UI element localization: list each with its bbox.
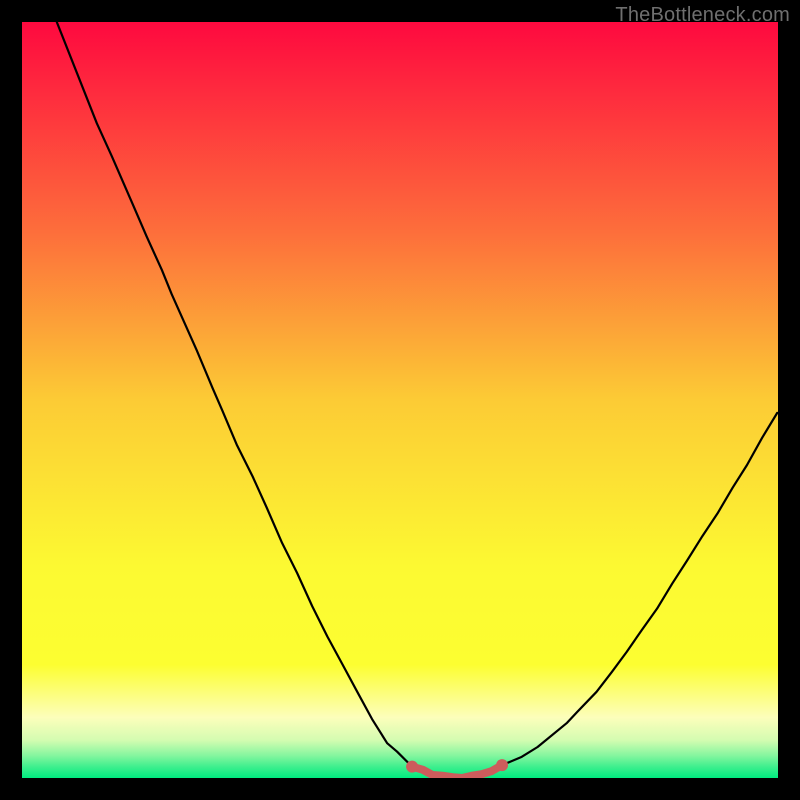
chart-marker-dot xyxy=(406,761,418,773)
chart-container: TheBottleneck.com xyxy=(0,0,800,800)
chart-marker-dot xyxy=(496,759,508,771)
chart-background xyxy=(22,22,778,778)
chart-plot-area xyxy=(22,22,778,778)
chart-svg xyxy=(22,22,778,778)
